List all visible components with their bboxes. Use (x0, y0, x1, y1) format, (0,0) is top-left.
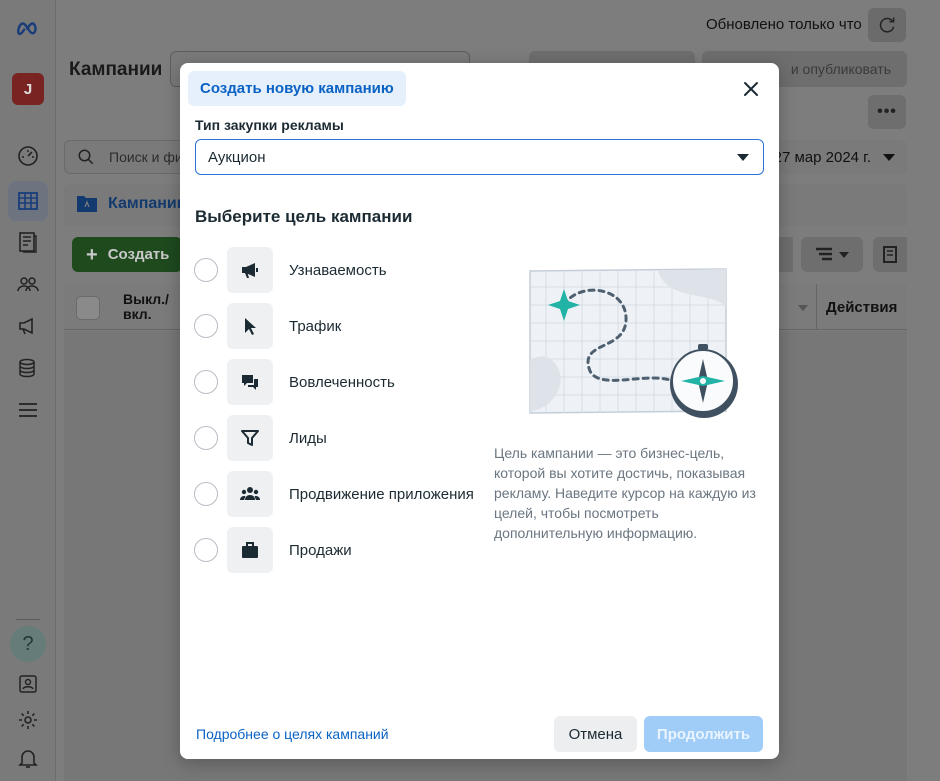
create-campaign-dialog: Создать новую кампанию Тип закупки рекла… (180, 63, 779, 759)
cursor-icon (227, 303, 273, 349)
ads-manager-table-icon[interactable] (8, 181, 48, 221)
search-icon (78, 149, 94, 165)
settings-gear-icon[interactable] (8, 700, 48, 740)
chat-bubbles-icon (227, 359, 273, 405)
goal-label: Узнаваемость (289, 261, 387, 279)
radio-button[interactable] (194, 482, 218, 506)
refresh-button[interactable] (868, 8, 906, 42)
goal-option-app-promotion[interactable]: Продвижение приложения (194, 471, 474, 517)
billing-database-icon[interactable] (8, 348, 48, 388)
goal-label: Трафик (289, 317, 342, 335)
plus-icon: + (86, 243, 98, 266)
reports-icon (883, 245, 897, 263)
create-button-label: Создать (107, 246, 170, 263)
toolbar-button[interactable] (779, 237, 793, 272)
map-compass-illustration (529, 268, 738, 418)
goal-label: Продвижение приложения (289, 485, 474, 503)
catalog-icon[interactable] (8, 222, 48, 262)
date-range-text: 27 мар 2024 г. (773, 148, 871, 166)
radio-button[interactable] (194, 258, 218, 282)
page-title: Кампании (69, 59, 163, 80)
tab-campaigns[interactable]: Кампании (108, 195, 187, 213)
columns-icon (816, 247, 832, 260)
chevron-down-icon (737, 154, 749, 161)
refresh-icon (879, 17, 895, 33)
avatar[interactable]: J (12, 73, 44, 105)
goal-description: Цель кампании — это бизнес-цель, которой… (494, 445, 756, 541)
buying-type-dropdown[interactable]: Аукцион (195, 139, 764, 175)
help-icon[interactable]: ? (10, 626, 46, 662)
columns-button[interactable] (801, 237, 863, 272)
goal-option-sales[interactable]: Продажи (194, 527, 474, 573)
menu-icon[interactable] (8, 390, 48, 430)
publish-button-label: и опубликовать (790, 61, 891, 77)
notifications-bell-icon[interactable] (8, 738, 48, 778)
search-placeholder: Поиск и фи (109, 149, 183, 165)
column-header-actions[interactable]: Действия (826, 299, 897, 316)
goal-label: Вовлеченность (289, 373, 395, 391)
goal-option-engagement[interactable]: Вовлеченность (194, 359, 474, 405)
chevron-down-icon (883, 153, 895, 161)
meta-logo-icon[interactable] (8, 8, 48, 48)
radio-button[interactable] (194, 314, 218, 338)
funnel-icon (227, 415, 273, 461)
goal-label: Продажи (289, 541, 352, 559)
more-options-button[interactable]: ••• (868, 95, 906, 129)
buying-type-label: Тип закупки рекламы (195, 117, 344, 133)
advertising-megaphone-icon[interactable] (8, 306, 48, 346)
business-info-icon[interactable] (8, 664, 48, 704)
select-all-checkbox[interactable] (76, 296, 100, 320)
audiences-icon[interactable] (8, 264, 48, 304)
megaphone-icon (227, 247, 273, 293)
goal-option-traffic[interactable]: Трафик (194, 303, 474, 349)
cancel-button[interactable]: Отмена (554, 716, 637, 752)
column-header-toggle[interactable]: Выкл./ вкл. (123, 292, 183, 322)
continue-button[interactable]: Продолжить (644, 716, 763, 752)
buying-type-value: Аукцион (208, 148, 266, 166)
sort-icon[interactable] (798, 305, 808, 311)
reports-button[interactable] (873, 237, 907, 272)
radio-button[interactable] (194, 426, 218, 450)
folder-icon (77, 196, 97, 212)
create-button[interactable]: + Создать (72, 237, 182, 272)
search-bar[interactable]: Поиск и фи (64, 140, 194, 174)
people-icon (227, 471, 273, 517)
sidebar-divider (16, 619, 40, 620)
radio-button[interactable] (194, 370, 218, 394)
radio-button[interactable] (194, 538, 218, 562)
close-icon (744, 82, 758, 96)
dashboard-gauge-icon[interactable] (8, 136, 48, 176)
updated-status-text: Обновлено только что (706, 16, 862, 33)
shopping-bag-icon (227, 527, 273, 573)
date-range-picker[interactable]: 27 мар 2024 г. (760, 140, 907, 174)
goal-option-awareness[interactable]: Узнаваемость (194, 247, 474, 293)
learn-more-link[interactable]: Подробнее о целях кампаний (196, 726, 389, 742)
goal-heading: Выберите цель кампании (195, 207, 413, 226)
chevron-down-icon (839, 251, 849, 258)
goal-label: Лиды (289, 429, 327, 447)
left-sidebar: J ? (0, 0, 56, 781)
goal-option-leads[interactable]: Лиды (194, 415, 474, 461)
column-divider (816, 284, 817, 330)
tab-create-new-campaign[interactable]: Создать новую кампанию (188, 71, 406, 106)
close-button[interactable] (738, 76, 764, 102)
